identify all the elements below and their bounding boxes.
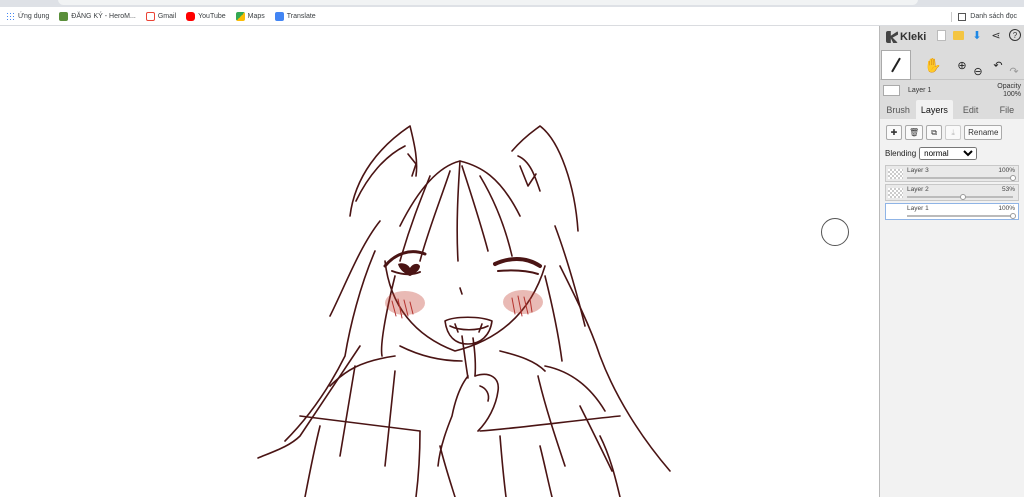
layer-actions: ✚ 🗑 ⧉ ⤓ Rename: [886, 125, 1003, 140]
layer-thumbnail: [888, 207, 903, 217]
brush-cursor: [821, 218, 849, 246]
slider-knob[interactable]: [960, 194, 967, 200]
slider-knob[interactable]: [1010, 213, 1016, 219]
drawing-canvas[interactable]: [0, 26, 879, 497]
reading-list-icon: [958, 12, 967, 21]
tab-edit[interactable]: Edit: [953, 100, 989, 119]
layer-opacity-slider[interactable]: [907, 194, 1013, 200]
bookmark-label: Translate: [286, 12, 316, 20]
brush-icon: [891, 57, 901, 73]
layer-opacity: 53%: [1001, 186, 1015, 193]
opacity-readout: Opacity 100%: [997, 83, 1021, 98]
merge-down-button[interactable]: ⤓: [945, 125, 962, 140]
layer-name: Layer 2: [907, 186, 929, 193]
tab-brush[interactable]: Brush: [880, 100, 916, 119]
apps-grid-icon: [6, 11, 15, 21]
layer-thumbnail: [888, 188, 903, 198]
download-icon[interactable]: ⬇: [971, 29, 983, 42]
blending-label: Blending: [885, 149, 917, 158]
slider-knob[interactable]: [1010, 175, 1016, 181]
side-panel: Kleki ⬇ ⋖ ? ✋ ⊕ ⊖ ↶ ↷ Layer 1 Opacity 10…: [879, 26, 1024, 497]
new-file-icon[interactable]: [937, 29, 946, 41]
kleki-window: Ứng dụng ĐĂNG KÝ - HeroM... Gmail YouTub…: [0, 0, 1024, 497]
brush-tool-button[interactable]: [881, 50, 911, 80]
rename-layer-button[interactable]: Rename: [964, 125, 1003, 140]
layer-thumbnail: [888, 169, 903, 179]
panel-tabs: Brush Layers Edit File: [880, 100, 1024, 119]
app-name: Kleki: [900, 31, 927, 43]
bookmark-gmail[interactable]: Gmail: [145, 11, 177, 21]
layer-opacity: 100%: [998, 167, 1015, 174]
bookmark-label: Maps: [247, 12, 265, 20]
bookmark-apps[interactable]: Ứng dụng: [6, 11, 50, 21]
sketch-drawing: [257, 125, 671, 497]
help-icon[interactable]: ?: [1009, 29, 1021, 41]
browser-toolbar: [0, 0, 1024, 7]
blending-control: Blending normal: [885, 147, 978, 160]
bookmarks-bar: Ứng dụng ĐĂNG KÝ - HeroM... Gmail YouTub…: [0, 7, 1024, 26]
bookmark-maps[interactable]: Maps: [235, 11, 265, 21]
panel-header: Kleki ⬇ ⋖ ?: [880, 26, 1024, 48]
delete-layer-button[interactable]: 🗑: [905, 125, 924, 140]
current-layer-name: Layer 1: [908, 87, 932, 94]
bookmark-translate[interactable]: Translate: [274, 11, 316, 21]
duplicate-layer-button[interactable]: ⧉: [926, 125, 943, 140]
layer-name: Layer 1: [907, 205, 929, 212]
youtube-icon: [186, 11, 196, 21]
bookmark-label: Ứng dụng: [18, 12, 50, 20]
layer-name: Layer 3: [907, 167, 929, 174]
reading-list[interactable]: Danh sách đọc: [951, 7, 1017, 26]
gmail-icon: [145, 11, 155, 21]
blending-select[interactable]: normal: [919, 147, 978, 160]
current-layer-preview: Layer 1 Opacity 100%: [880, 81, 1024, 101]
add-layer-button[interactable]: ✚: [886, 125, 902, 140]
layer-row[interactable]: Layer 2 53%: [885, 184, 1019, 201]
site-favicon-icon: [59, 11, 69, 21]
bookmark-label: Gmail: [157, 12, 177, 20]
bookmark-label: YouTube: [198, 12, 226, 20]
layers-panel: ✚ 🗑 ⧉ ⤓ Rename Blending normal Layer 3 10…: [880, 119, 1024, 497]
address-bar[interactable]: [58, 0, 918, 5]
current-layer-thumbnail: [883, 85, 900, 96]
layer-opacity-slider[interactable]: [907, 175, 1016, 181]
tab-file[interactable]: File: [989, 100, 1024, 119]
bookmark-label: ĐĂNG KÝ - HeroM...: [71, 12, 136, 20]
bookmark-herom[interactable]: ĐĂNG KÝ - HeroM...: [59, 11, 136, 21]
bookmark-youtube[interactable]: YouTube: [186, 11, 226, 21]
layer-opacity-slider[interactable]: [907, 213, 1016, 219]
layer-row[interactable]: Layer 1 100%: [885, 203, 1019, 220]
layer-opacity: 100%: [998, 205, 1015, 212]
zoom-in-button[interactable]: ⊕: [954, 50, 970, 80]
kleki-logo: Kleki: [886, 31, 926, 43]
kleki-logo-icon: [886, 31, 898, 43]
undo-button[interactable]: ↶: [990, 50, 1006, 80]
hand-icon: ✋: [924, 56, 942, 73]
reading-list-label: Danh sách đọc: [970, 13, 1017, 20]
tool-bar: ✋ ⊕ ⊖ ↶ ↷: [880, 50, 1024, 80]
share-icon[interactable]: ⋖: [990, 29, 1002, 42]
open-folder-icon[interactable]: [953, 30, 964, 40]
layer-row[interactable]: Layer 3 100%: [885, 165, 1019, 182]
hand-tool-button[interactable]: ✋: [918, 50, 948, 80]
tab-layers[interactable]: Layers: [916, 100, 953, 119]
maps-icon: [235, 11, 245, 21]
translate-icon: [274, 11, 284, 21]
